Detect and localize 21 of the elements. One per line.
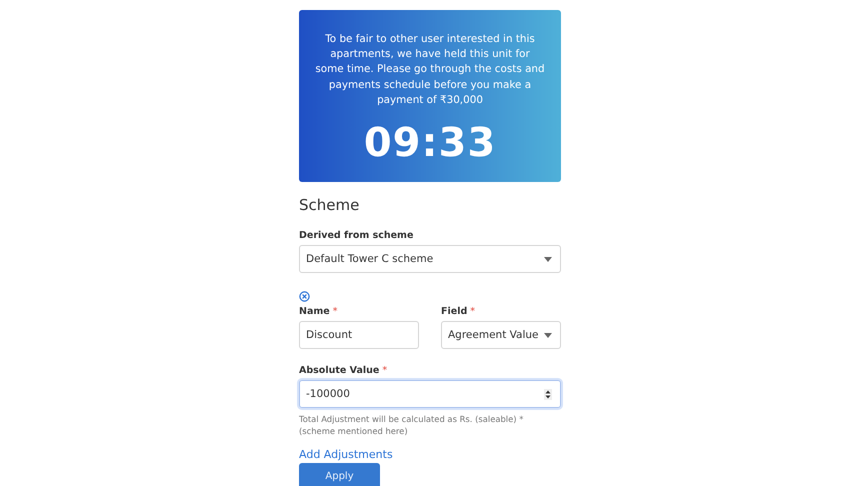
- add-adjustments-link[interactable]: Add Adjustments: [299, 448, 393, 461]
- scheme-dropdown[interactable]: Default Tower C scheme: [299, 245, 561, 273]
- number-input[interactable]: -100000: [299, 380, 561, 408]
- required-mark: *: [332, 306, 338, 317]
- required-mark: *: [382, 365, 388, 376]
- field-label: Field *: [441, 306, 476, 317]
- name-input[interactable]: Discount: [299, 321, 419, 349]
- required-mark: *: [470, 306, 475, 317]
- hold-message: To be fair to other user interested in this apartments, we have held this unit for some time. Please go through the costs and payments schedule before you make a payment of ₹30,000: [315, 32, 545, 108]
- caret-icon: [544, 332, 552, 338]
- field-dropdown[interactable]: Agreement Value: [441, 321, 561, 349]
- section-title: Scheme: [299, 196, 360, 214]
- caret-icon: [544, 256, 552, 262]
- apply-button[interactable]: Apply: [299, 463, 380, 486]
- field-label: Absolute Value *: [299, 365, 388, 376]
- remove-icon[interactable]: [299, 291, 310, 302]
- hint-text: Total Adjustment will be calculated as Rs. (saleable) * (scheme mentioned here): [299, 413, 524, 437]
- spinner-icon[interactable]: [544, 388, 552, 400]
- countdown-timer: 09:33: [364, 120, 496, 166]
- field-label: Name *: [299, 306, 338, 317]
- field-label: Derived from scheme: [299, 230, 414, 241]
